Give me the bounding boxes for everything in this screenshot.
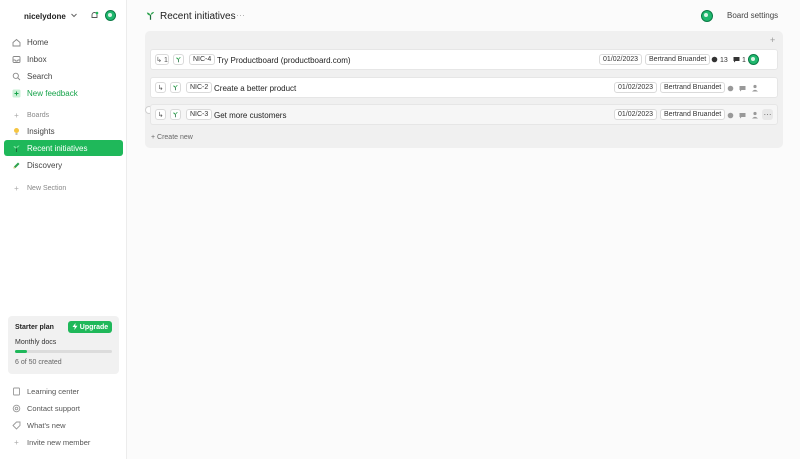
insight-icon[interactable] <box>726 84 734 92</box>
plan-card: Starter plan Upgrade Monthly docs 6 of 5… <box>8 316 119 374</box>
docs-progress-fill <box>15 350 27 353</box>
table-row[interactable]: ↳ NIC-2 Create a better product 01/02/20… <box>150 77 778 98</box>
create-new-button[interactable]: + Create new <box>151 134 193 141</box>
plan-subtitle: Monthly docs <box>15 339 57 346</box>
sidebar-item-label: Home <box>27 37 49 47</box>
insight-icon[interactable] <box>726 111 734 119</box>
sidebar-item-boards[interactable]: + Boards <box>4 107 123 123</box>
upgrade-button[interactable]: Upgrade <box>68 321 112 333</box>
sidebar-item-whats-new[interactable]: What's new <box>4 417 123 433</box>
sprout-icon <box>170 82 181 93</box>
sidebar-item-label: Search <box>27 71 53 81</box>
comment-icon[interactable] <box>738 111 746 119</box>
comment-icon <box>733 56 740 65</box>
sidebar-item-home[interactable]: Home <box>4 34 123 50</box>
lightning-icon <box>72 322 78 332</box>
sidebar-item-label: New feedback <box>27 88 78 98</box>
sidebar-item-search[interactable]: Search <box>4 68 123 84</box>
sidebar-item-label: Inbox <box>27 54 47 64</box>
row-more-button[interactable]: ··· <box>762 109 773 120</box>
initiative-key: NIC-3 <box>186 109 213 120</box>
plan-count: 6 of 50 created <box>15 359 62 366</box>
sidebar-item-label: Contact support <box>27 403 80 413</box>
sidebar-item-insights[interactable]: Insights <box>4 123 123 139</box>
sprout-icon <box>170 109 181 120</box>
initiative-title[interactable]: Get more customers <box>214 111 286 120</box>
sprout-icon <box>12 144 21 153</box>
sidebar-item-recent-initiatives[interactable]: Recent initiatives <box>4 140 123 156</box>
sidebar-item-learning-center[interactable]: Learning center <box>4 383 123 399</box>
docs-progress-bar <box>15 350 112 353</box>
sidebar-item-discovery[interactable]: Discovery <box>4 157 123 173</box>
comment-icon[interactable] <box>738 84 746 92</box>
plus-icon: + <box>14 183 19 193</box>
notification-icon[interactable] <box>89 11 99 21</box>
sidebar-item-inbox[interactable]: Inbox <box>4 51 123 67</box>
sidebar: nicelydone Home Inbox Search New feedbac… <box>0 0 127 459</box>
user-avatar[interactable] <box>105 10 116 21</box>
sidebar-item-contact-support[interactable]: Contact support <box>4 400 123 416</box>
comments-count[interactable]: 1 <box>733 56 746 65</box>
subitems-chip[interactable]: ↳ <box>155 82 166 93</box>
inbox-icon <box>12 55 21 64</box>
plan-title: Starter plan <box>15 324 54 331</box>
owner-chip[interactable]: Bertrand Bruandet <box>660 109 726 120</box>
lightbulb-icon <box>12 127 21 136</box>
pencil-icon <box>12 161 21 170</box>
assignee-avatar[interactable] <box>748 54 759 65</box>
initiative-key: NIC-4 <box>189 54 216 65</box>
sidebar-item-new-feedback[interactable]: New feedback <box>4 85 123 101</box>
owner-chip[interactable]: Bertrand Bruandet <box>645 54 711 65</box>
subitems-chip[interactable]: ↳ 1 <box>155 54 169 65</box>
date-chip[interactable]: 01/02/2023 <box>599 54 643 65</box>
more-options-button[interactable]: ··· <box>236 10 245 20</box>
table-row[interactable]: ↳ 1 NIC-4 Try Productboard (productboard… <box>150 49 778 70</box>
insights-count[interactable]: 13 <box>711 56 728 65</box>
date-chip[interactable]: 01/02/2023 <box>614 109 658 120</box>
sidebar-item-label: New Section <box>27 184 67 192</box>
sidebar-item-label: Learning center <box>27 386 80 396</box>
plus-square-icon <box>12 89 21 98</box>
sidebar-item-label: Discovery <box>27 160 63 170</box>
lifebuoy-icon <box>12 404 21 413</box>
search-icon <box>12 72 21 81</box>
book-icon <box>12 387 21 396</box>
header-avatar[interactable] <box>701 10 713 22</box>
initiative-title[interactable]: Try Productboard (productboard.com) <box>217 56 351 65</box>
board-settings-button[interactable]: Board settings <box>727 11 778 20</box>
sidebar-item-label: Recent initiatives <box>27 143 88 153</box>
assign-user-icon[interactable] <box>751 84 759 92</box>
assign-user-icon[interactable] <box>751 111 759 119</box>
sidebar-item-label: Insights <box>27 126 55 136</box>
sprout-icon <box>145 10 156 23</box>
initiative-title[interactable]: Create a better product <box>214 84 296 93</box>
tag-icon <box>12 421 21 430</box>
plus-icon: + <box>14 110 19 120</box>
table-row[interactable]: ↳ NIC-3 Get more customers 01/02/2023 Be… <box>150 104 778 125</box>
comments-count-value: 1 <box>742 57 746 64</box>
workspace-switcher[interactable]: nicelydone <box>24 10 78 22</box>
sidebar-top-icons <box>89 10 116 21</box>
sidebar-item-invite[interactable]: + Invite new member <box>4 434 123 450</box>
workspace-name: nicelydone <box>24 11 66 21</box>
sidebar-item-label: Invite new member <box>27 437 91 447</box>
add-column-button[interactable]: + <box>770 35 775 45</box>
sidebar-item-new-section[interactable]: + New Section <box>4 180 123 196</box>
sprout-icon <box>173 54 184 65</box>
sidebar-item-label: What's new <box>27 420 66 430</box>
initiative-key: NIC-2 <box>186 82 213 93</box>
plus-icon: + <box>14 437 19 447</box>
upgrade-label: Upgrade <box>79 323 109 331</box>
home-icon <box>12 38 21 47</box>
owner-chip[interactable]: Bertrand Bruandet <box>660 82 726 93</box>
sidebar-item-label: Boards <box>27 111 50 119</box>
page-title: Recent initiatives <box>160 11 236 22</box>
insights-count-value: 13 <box>720 57 728 64</box>
chevron-down-icon <box>70 11 78 21</box>
insight-icon <box>711 56 718 65</box>
date-chip[interactable]: 01/02/2023 <box>614 82 658 93</box>
subitems-chip[interactable]: ↳ <box>155 109 166 120</box>
